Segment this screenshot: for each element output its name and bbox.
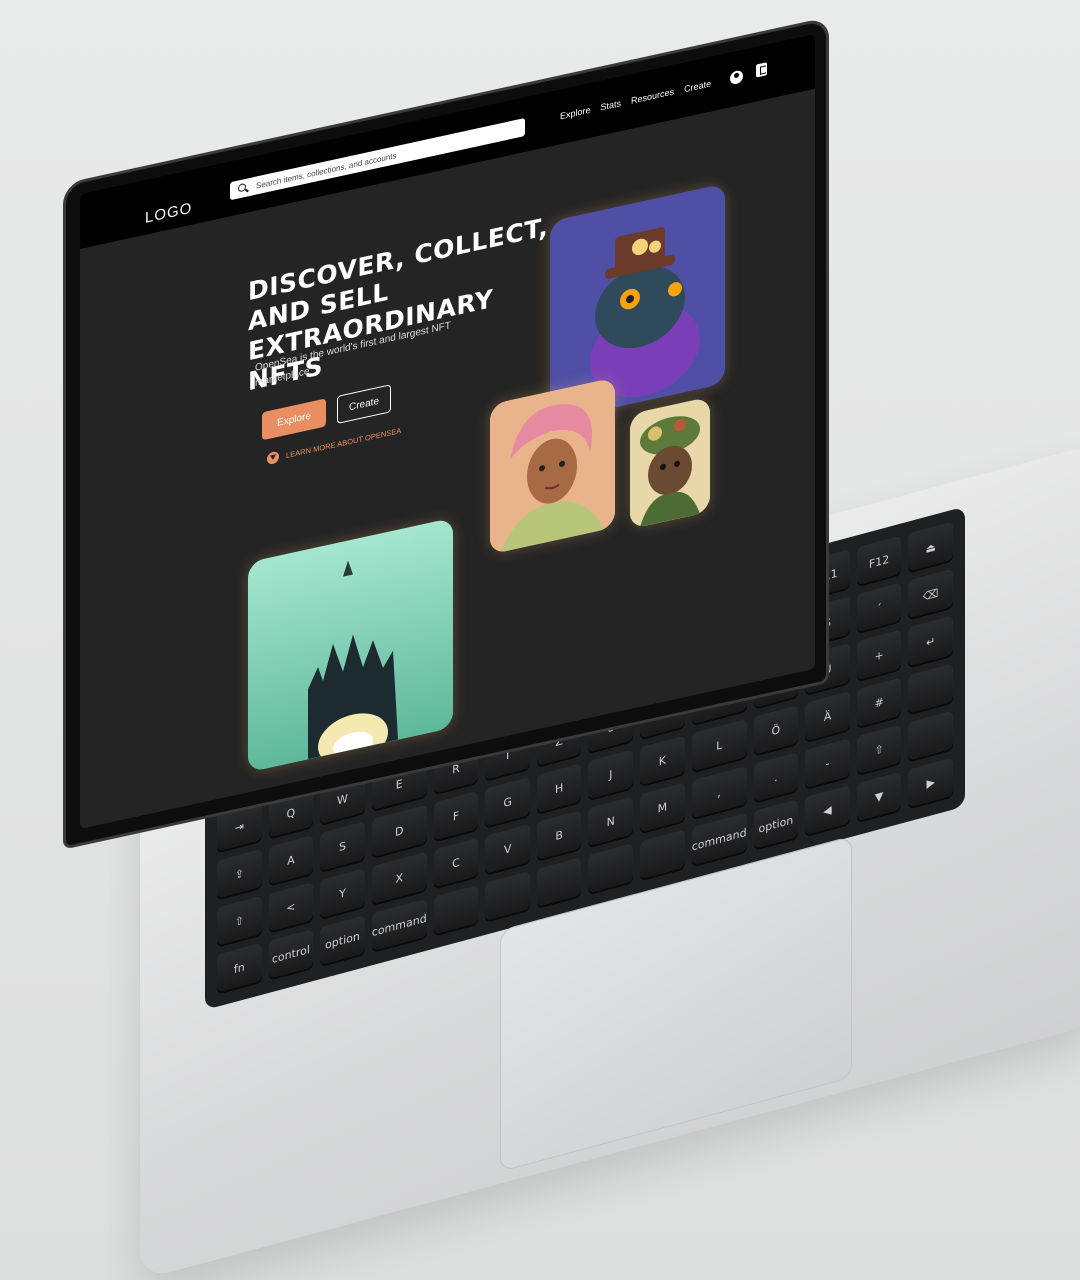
keyboard-key[interactable] <box>640 829 685 882</box>
keyboard-key[interactable]: D <box>371 804 427 859</box>
explore-button[interactable]: Explore <box>262 398 326 441</box>
keyboard-key[interactable]: L <box>691 718 747 774</box>
keyboard-key[interactable]: - <box>805 737 850 791</box>
nav-create[interactable]: Create <box>684 78 711 94</box>
keyboard-key[interactable]: G <box>485 776 530 829</box>
keyboard-key[interactable]: control <box>268 928 314 981</box>
keyboard-key[interactable]: F <box>433 790 479 843</box>
city-artwork <box>248 517 453 773</box>
keyboard-key[interactable]: command <box>371 898 427 954</box>
nav-resources[interactable]: Resources <box>631 86 674 105</box>
keyboard-key[interactable]: ⌫ <box>908 568 953 621</box>
wallet-icon[interactable] <box>756 62 767 78</box>
keyboard-key[interactable]: F12 <box>856 535 902 588</box>
keyboard-key[interactable]: A <box>268 834 314 887</box>
logo[interactable]: LOGO <box>145 200 192 227</box>
main-nav: Explore Stats Resources Create <box>560 78 711 121</box>
keyboard-key[interactable]: ´ <box>856 582 902 635</box>
keyboard-key[interactable]: K <box>640 734 685 788</box>
keyboard-key[interactable]: ▶ <box>908 757 953 810</box>
keyboard-key[interactable]: H <box>536 762 582 815</box>
keyboard-key[interactable]: V <box>485 823 530 876</box>
keyboard-key[interactable]: S <box>320 820 365 873</box>
keyboard-key[interactable]: X <box>371 851 427 907</box>
keyboard-key[interactable] <box>908 710 953 763</box>
keyboard-key[interactable]: , <box>691 765 747 821</box>
arrow-down-icon <box>267 450 279 466</box>
search-icon <box>238 182 248 194</box>
keyboard-key[interactable]: + <box>856 629 902 682</box>
user-icon[interactable] <box>730 69 743 86</box>
keyboard-key[interactable]: . <box>753 751 799 804</box>
search-input[interactable] <box>254 121 525 192</box>
monkey-artwork <box>630 396 710 530</box>
keyboard-key[interactable]: ↵ <box>908 615 953 669</box>
create-button[interactable]: Create <box>337 384 391 424</box>
keyboard-key[interactable] <box>588 843 634 896</box>
keyboard-key[interactable]: N <box>588 795 634 849</box>
nft-card-monkey[interactable] <box>630 396 710 530</box>
keyboard-key[interactable]: fn <box>217 942 262 995</box>
nft-card-woman[interactable] <box>490 377 615 555</box>
keyboard-key[interactable]: ◀ <box>805 785 850 838</box>
woman-artwork <box>490 377 615 555</box>
keyboard-key[interactable]: option <box>753 798 799 852</box>
keyboard-key[interactable]: J <box>588 748 634 801</box>
keyboard-key[interactable]: C <box>433 837 479 890</box>
keyboard-key[interactable]: ⏏ <box>908 521 953 574</box>
search-bar[interactable] <box>230 117 525 201</box>
nft-card-city[interactable] <box>248 517 453 773</box>
keyboard-key[interactable]: M <box>640 782 685 835</box>
keyboard-key[interactable] <box>485 870 530 923</box>
keyboard-key[interactable]: B <box>536 809 582 862</box>
keyboard-key[interactable]: Y <box>320 867 365 920</box>
keyboard-key[interactable]: # <box>856 676 902 730</box>
keyboard-key[interactable]: ▼ <box>856 771 902 824</box>
keyboard-key[interactable] <box>433 884 479 937</box>
keyboard-key[interactable] <box>536 856 582 910</box>
keyboard-key[interactable]: command <box>691 812 747 868</box>
keyboard-key[interactable] <box>908 663 953 716</box>
keyboard-key[interactable]: Ä <box>805 690 850 743</box>
keyboard-key[interactable]: Ö <box>753 704 799 757</box>
keyboard-key[interactable]: ⇧ <box>856 724 902 777</box>
nav-explore[interactable]: Explore <box>560 105 591 122</box>
keyboard-key[interactable]: < <box>268 881 314 934</box>
keyboard-key[interactable]: ⇪ <box>217 848 262 901</box>
keyboard-key[interactable]: option <box>320 915 365 968</box>
keyboard-key[interactable]: ⇧ <box>217 895 262 948</box>
nav-stats[interactable]: Stats <box>601 98 622 112</box>
